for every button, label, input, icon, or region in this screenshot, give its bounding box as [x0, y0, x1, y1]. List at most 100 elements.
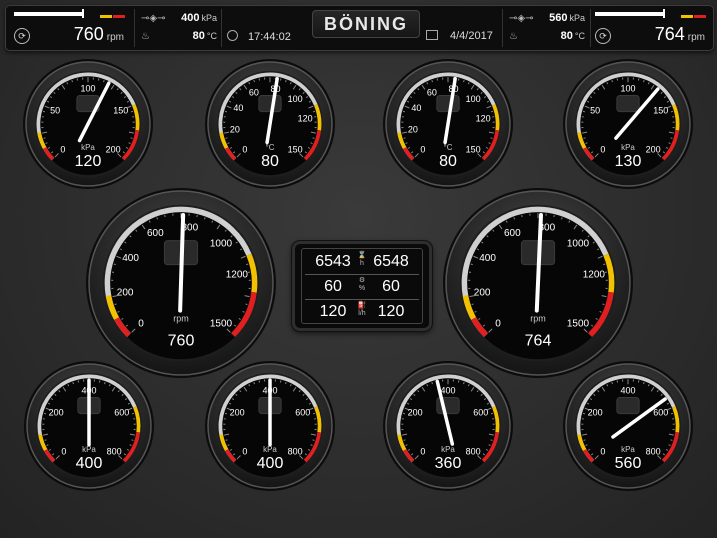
gauge-tick-label: 50 — [590, 106, 600, 116]
right-engine-info: ⊸◈⊸ 560 kPa ♨ 80 °C — [503, 9, 589, 47]
clock-icon — [227, 30, 238, 41]
gauge-tick-label: 400 — [440, 386, 455, 396]
oil-pressure-icon: ⊸◈⊸ — [141, 13, 166, 24]
gauge-value-readout: 764 — [525, 333, 552, 350]
gauge-tick-label: 0 — [61, 446, 66, 456]
engine-load-row: 60 ⚙% 60 — [302, 274, 422, 299]
right-rpm-unit: rpm — [687, 32, 705, 43]
gauge-unit-label: °C — [266, 143, 275, 152]
fuel-unit: l/h — [358, 310, 366, 317]
right-pressure-value: 560 — [549, 12, 568, 24]
gauge-tick-label: 100 — [466, 94, 481, 104]
gauge-tick-label: 150 — [113, 106, 128, 116]
gauge-tick-label: 200 — [106, 144, 121, 154]
gauge-tick-label: 0 — [242, 446, 247, 456]
gauge-tick-label: 800 — [107, 446, 122, 456]
gauge-unit-label: kPa — [621, 143, 635, 152]
gauge-tick-label: 200 — [588, 408, 603, 418]
gauge-tick-label: 1500 — [210, 319, 233, 330]
gauge-tick-label: 0 — [138, 319, 144, 330]
date: 4/4/2017 — [426, 30, 493, 42]
gauge-tick-label: 20 — [230, 125, 240, 135]
gauge-tick-label: 40 — [233, 103, 243, 113]
gauge-tick-label: 0 — [600, 446, 605, 456]
gauge-sensor-icon — [616, 94, 640, 113]
gauge-tick-label: 50 — [50, 106, 60, 116]
gauge-tick-label: 100 — [80, 84, 95, 94]
gauge-value-readout: 360 — [435, 455, 462, 472]
load-unit: % — [358, 285, 366, 292]
gauge-tick-label: 200 — [230, 408, 245, 418]
gauge-tick-label: 600 — [504, 228, 521, 239]
gauge-tick-label: 0 — [242, 144, 247, 154]
fuel-icon: ⛽ — [357, 302, 367, 309]
gauge-unit-label: kPa — [441, 445, 455, 454]
gauge-g1: 0 50 100 150 200 kPa 120 — [21, 57, 155, 191]
gauge-tick-label: 1000 — [210, 238, 233, 249]
gauge-tick-label: 60 — [427, 87, 437, 97]
calendar-icon — [426, 30, 438, 40]
gauge-tick-label: 1000 — [567, 238, 590, 249]
engine-icon: ⟳ — [14, 28, 30, 44]
gauge-g2: 020406080100120150°C80 — [203, 57, 337, 191]
gauge-value-readout: 400 — [76, 455, 103, 472]
left-engine-load: 60 — [324, 278, 342, 295]
gauge-tick-label: 1500 — [567, 319, 590, 330]
gauge-tick-label: 150 — [653, 106, 668, 116]
coolant-temp-icon: ♨ — [509, 31, 518, 42]
gauge-tick-label: 0 — [420, 446, 425, 456]
oil-pressure-icon: ⊸◈⊸ — [509, 13, 534, 24]
gauge-tick-label: 800 — [466, 446, 481, 456]
gauge-unit-label: kPa — [263, 445, 277, 454]
gauge-tick-label: 20 — [408, 125, 418, 135]
brand-logo: BÖNING — [312, 10, 420, 38]
gauge-tick-label: 200 — [474, 287, 491, 298]
left-rpm-unit: rpm — [106, 32, 124, 43]
gauge-tick-label: 200 — [408, 408, 423, 418]
gauge-g5: 0200400600800kPa400 — [22, 359, 156, 493]
left-pressure-value: 400 — [181, 12, 200, 24]
gauge-tick-label: 600 — [473, 408, 488, 418]
right-engine-load: 60 — [382, 278, 400, 295]
left-pressure-unit: kPa — [201, 13, 217, 23]
gauge-tick-label: 60 — [249, 87, 259, 97]
gauge-rpm-right: 0 200 400 600 800 1000 1200 1500 rpm 764 — [441, 186, 635, 380]
gauge-sensor-icon — [436, 94, 460, 113]
gauge-tick-label: 400 — [620, 386, 635, 396]
right-rpm-value: 764 — [654, 24, 685, 44]
center-readout-panel: 6543 ⌛ h 6548 60 ⚙% 60 120 ⛽ l/h 120 — [292, 241, 432, 331]
right-rpm-bar — [595, 12, 663, 16]
gauge-tick-label: 200 — [49, 408, 64, 418]
engine-hours-row: 6543 ⌛ h 6548 — [302, 249, 422, 274]
gauge-g7: 0 200 400 600 800 kPa 360 — [381, 359, 515, 493]
fuel-rate-row: 120 ⛽ l/h 120 — [302, 299, 422, 324]
left-engine-rpm-readout: ⟳ 760 rpm — [10, 9, 132, 47]
coolant-temp-icon: ♨ — [141, 31, 150, 42]
gauge-tick-label: 0 — [60, 144, 65, 154]
left-temp-value: 80 — [192, 30, 205, 42]
gauge-tick-label: 200 — [117, 287, 134, 298]
gauge-unit-label: °C — [444, 143, 453, 152]
left-rpm-value: 760 — [73, 24, 104, 44]
gauge-sensor-icon — [258, 94, 282, 113]
gauge-unit-label: rpm — [173, 314, 189, 324]
hourglass-icon: ⌛ — [357, 252, 367, 259]
gauge-tick-label: 200 — [646, 144, 661, 154]
gauge-g3: 020406080100120150°C80 — [381, 57, 515, 191]
left-engine-hours: 6543 — [315, 253, 351, 270]
top-status-bar: ⟳ 760 rpm ⊸◈⊸ 400 kPa ♨ 80 °C 17:44:02 BÖNI… — [5, 5, 714, 51]
gauge-value-readout: 400 — [257, 455, 284, 472]
gauge-unit-label: kPa — [621, 445, 635, 454]
right-temp-unit: °C — [574, 31, 585, 41]
gauge-value-readout: 120 — [75, 153, 102, 170]
date-value: 4/4/2017 — [450, 30, 493, 42]
gauge-rpm-left: 0 200 400 600 800 1000 1200 1500 rpm 760 — [84, 186, 278, 380]
gauge-g6: 0200400600800kPa400 — [203, 359, 337, 493]
load-icon: ⚙ — [358, 277, 366, 284]
gauge-tick-label: 0 — [420, 144, 425, 154]
left-temp-unit: °C — [206, 31, 217, 41]
gauge-tick-label: 800 — [646, 446, 661, 456]
gauge-tick-label: 1200 — [226, 270, 249, 281]
gauge-sensor-icon — [616, 396, 640, 415]
left-engine-info: ⊸◈⊸ 400 kPa ♨ 80 °C — [135, 9, 221, 47]
